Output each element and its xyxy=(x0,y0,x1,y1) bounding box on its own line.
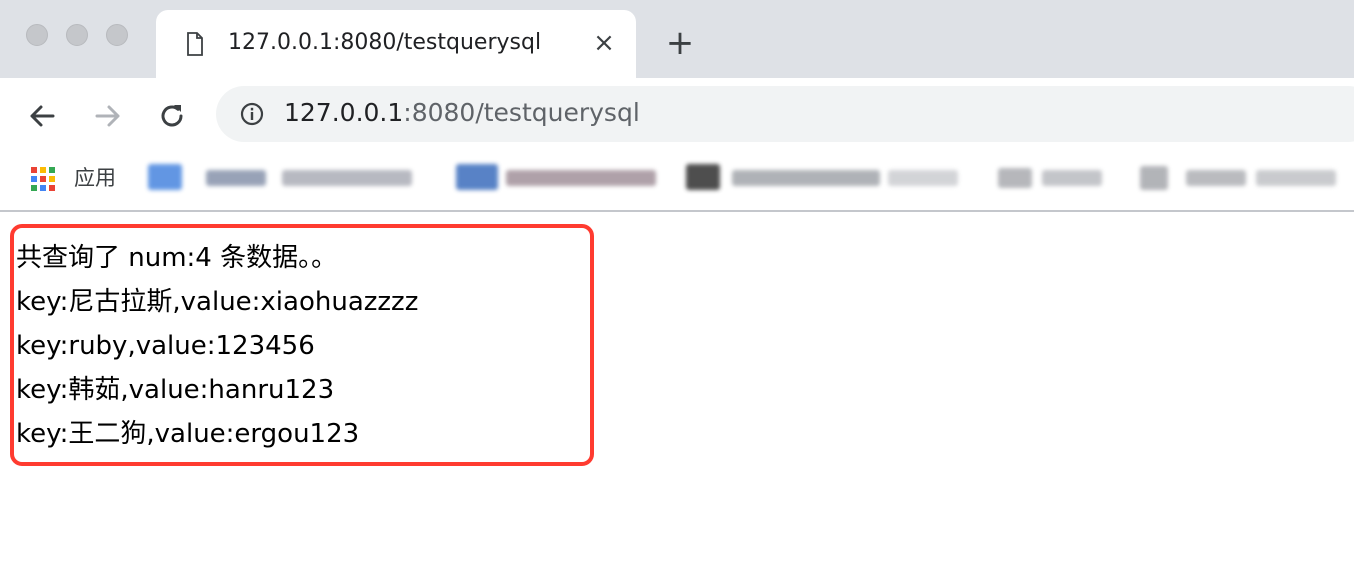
forward-button[interactable] xyxy=(88,96,128,136)
address-bar[interactable]: 127.0.0.1:8080/testquerysql xyxy=(216,86,1354,142)
toolbar: 127.0.0.1:8080/testquerysql xyxy=(0,78,1354,152)
tab-strip: 127.0.0.1:8080/testquerysql × + xyxy=(0,0,1354,78)
info-icon[interactable] xyxy=(240,102,264,126)
reload-button[interactable] xyxy=(152,96,192,136)
maximize-window-button[interactable] xyxy=(106,24,128,46)
document-icon xyxy=(187,32,203,56)
result-row: key:韩茹,value:hanru123 xyxy=(16,375,335,405)
arrow-right-icon xyxy=(95,105,120,127)
bookmarks-bar: 应用 xyxy=(0,152,1354,212)
query-result: 共查询了 num:4 条数据。。 key:尼古拉斯,value:xiaohuaz… xyxy=(16,236,418,456)
page-content: 共查询了 num:4 条数据。。 key:尼古拉斯,value:xiaohuaz… xyxy=(0,214,1354,562)
apps-grid-icon[interactable] xyxy=(30,166,56,192)
new-tab-button[interactable]: + xyxy=(664,26,696,60)
result-summary: 共查询了 num:4 条数据。。 xyxy=(16,243,338,273)
minimize-window-button[interactable] xyxy=(66,24,88,46)
apps-bookmark-label[interactable]: 应用 xyxy=(74,162,116,192)
tab-close-button[interactable]: × xyxy=(592,28,616,58)
back-button[interactable] xyxy=(22,96,62,136)
result-row: key:ruby,value:123456 xyxy=(16,331,315,361)
url-path: :8080/testquerysql xyxy=(403,98,640,127)
url-text[interactable]: 127.0.0.1:8080/testquerysql xyxy=(284,98,640,127)
result-row: key:王二狗,value:ergou123 xyxy=(16,419,360,449)
reload-icon xyxy=(161,105,183,127)
tab-title: 127.0.0.1:8080/testquerysql xyxy=(228,30,542,55)
close-window-button[interactable] xyxy=(26,24,48,46)
arrow-left-icon xyxy=(30,105,55,127)
url-host: 127.0.0.1 xyxy=(284,98,404,127)
result-row: key:尼古拉斯,value:xiaohuazzzz xyxy=(16,287,419,317)
active-tab[interactable]: 127.0.0.1:8080/testquerysql × xyxy=(156,10,636,78)
